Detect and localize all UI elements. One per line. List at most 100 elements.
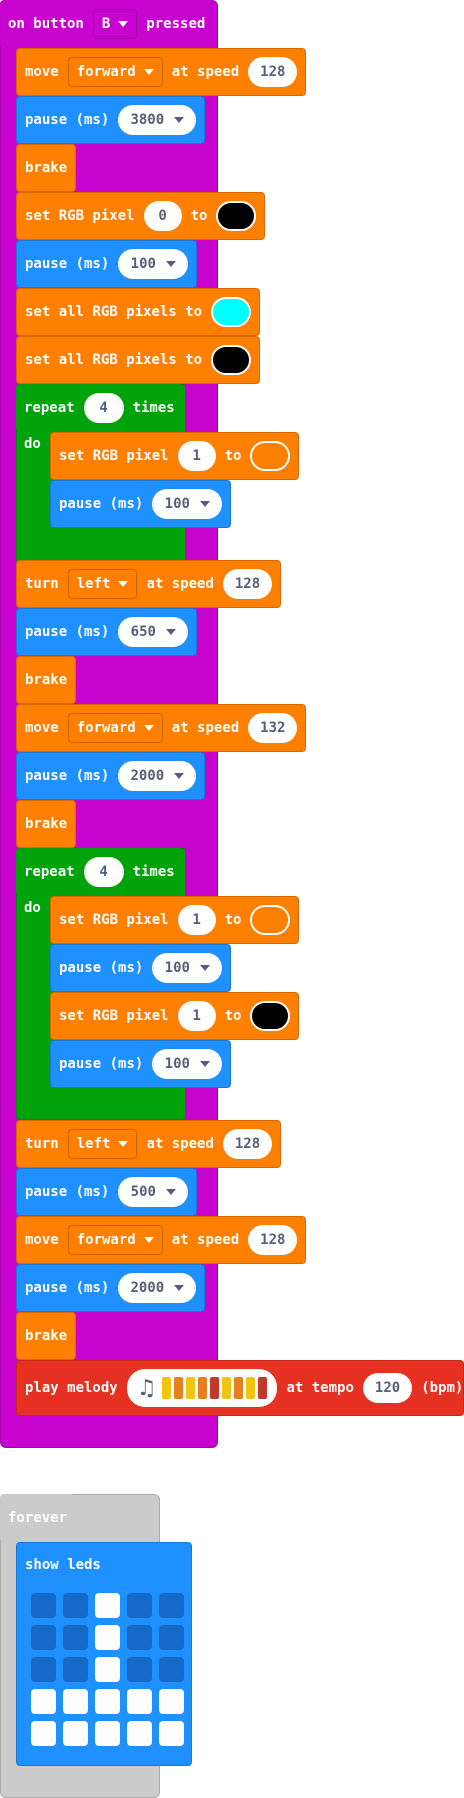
led-cell[interactable] xyxy=(31,1625,56,1650)
pixel-index-input[interactable]: 1 xyxy=(177,1001,216,1031)
led-cell[interactable] xyxy=(159,1721,184,1746)
repeat-block[interactable]: repeat 4 times xyxy=(16,848,183,896)
direction-dropdown[interactable]: left xyxy=(67,1129,138,1159)
on-button-pressed-block[interactable]: on button B pressed xyxy=(0,0,214,48)
speed-input[interactable]: 128 xyxy=(248,57,298,87)
led-cell[interactable] xyxy=(159,1689,184,1714)
led-cell[interactable] xyxy=(63,1593,88,1618)
pause-block[interactable]: pause (ms) 100 xyxy=(50,480,232,528)
led-cell[interactable] xyxy=(127,1625,152,1650)
direction-dropdown[interactable]: forward xyxy=(67,57,163,87)
led-cell[interactable] xyxy=(127,1657,152,1682)
led-cell[interactable] xyxy=(63,1721,88,1746)
turn-label: turn xyxy=(25,576,59,592)
pause-block[interactable]: pause (ms) 500 xyxy=(16,1168,198,1216)
pause-duration-dropdown[interactable]: 650 xyxy=(118,617,189,647)
move-block[interactable]: move forward at speed 128 xyxy=(16,1216,307,1264)
color-swatch[interactable] xyxy=(211,297,252,327)
melody-editor[interactable]: ♫ xyxy=(126,1369,278,1407)
led-cell[interactable] xyxy=(127,1689,152,1714)
color-swatch[interactable] xyxy=(250,1001,291,1031)
brake-block[interactable]: brake xyxy=(16,1312,77,1360)
led-cell[interactable] xyxy=(63,1689,88,1714)
led-cell[interactable] xyxy=(31,1657,56,1682)
pixel-index-input[interactable]: 1 xyxy=(177,441,216,471)
pause-duration-dropdown[interactable]: 2000 xyxy=(118,1273,197,1303)
direction-dropdown[interactable]: forward xyxy=(67,713,163,743)
set-rgb-pixel-block[interactable]: set RGB pixel 1 to xyxy=(50,992,300,1040)
brake-block[interactable]: brake xyxy=(16,800,77,848)
chevron-down-icon xyxy=(118,21,129,27)
pause-block[interactable]: pause (ms) 100 xyxy=(50,944,232,992)
set-rgb-pixel-block[interactable]: set RGB pixel 1 to xyxy=(50,432,300,480)
turn-block[interactable]: turn left at speed 128 xyxy=(16,1120,282,1168)
set-rgb-pixel-block[interactable]: set RGB pixel 0 to xyxy=(16,192,266,240)
led-cell[interactable] xyxy=(63,1657,88,1682)
led-cell[interactable] xyxy=(159,1625,184,1650)
led-cell[interactable] xyxy=(31,1593,56,1618)
tempo-input[interactable]: 120 xyxy=(362,1373,413,1403)
pause-duration-dropdown[interactable]: 100 xyxy=(152,953,223,983)
pixel-index-input[interactable]: 0 xyxy=(143,201,182,231)
led-cell[interactable] xyxy=(63,1625,88,1650)
led-cell[interactable] xyxy=(127,1593,152,1618)
led-cell[interactable] xyxy=(159,1593,184,1618)
repeat-block[interactable]: repeat 4 times xyxy=(16,384,183,432)
pause-duration-dropdown[interactable]: 3800 xyxy=(118,105,197,135)
pause-value: 2000 xyxy=(130,768,165,784)
chevron-down-icon xyxy=(174,773,185,779)
pixel-index-input[interactable]: 1 xyxy=(177,905,216,935)
set-rgb-pixel-block[interactable]: set RGB pixel 1 to xyxy=(50,896,300,944)
direction-dropdown[interactable]: forward xyxy=(67,1225,163,1255)
color-swatch[interactable] xyxy=(216,201,257,231)
led-cell[interactable] xyxy=(159,1657,184,1682)
to-label: to xyxy=(190,208,208,224)
pause-block[interactable]: pause (ms) 2000 xyxy=(16,1264,206,1312)
led-cell[interactable] xyxy=(31,1721,56,1746)
pause-duration-dropdown[interactable]: 100 xyxy=(152,489,223,519)
direction-dropdown[interactable]: left xyxy=(67,569,138,599)
led-cell[interactable] xyxy=(95,1657,120,1682)
at-speed-label: at speed xyxy=(171,64,240,80)
led-cell[interactable] xyxy=(127,1721,152,1746)
brake-block[interactable]: brake xyxy=(16,656,77,704)
repeat-count-input[interactable]: 4 xyxy=(83,857,124,887)
color-swatch[interactable] xyxy=(250,441,291,471)
pause-block[interactable]: pause (ms) 2000 xyxy=(16,752,206,800)
pause-block[interactable]: pause (ms) 650 xyxy=(16,608,198,656)
speed-input[interactable]: 128 xyxy=(248,1225,298,1255)
forever-block[interactable]: forever xyxy=(0,1494,76,1542)
play-melody-block[interactable]: play melody ♫ at tempo 120 (bpm) xyxy=(16,1360,464,1416)
color-swatch[interactable] xyxy=(211,345,252,375)
led-cell[interactable] xyxy=(95,1593,120,1618)
led-cell[interactable] xyxy=(95,1625,120,1650)
led-cell[interactable] xyxy=(31,1689,56,1714)
pause-duration-dropdown[interactable]: 100 xyxy=(118,249,189,279)
direction-value: left xyxy=(76,576,111,592)
repeat-count-input[interactable]: 4 xyxy=(83,393,124,423)
color-swatch[interactable] xyxy=(250,905,291,935)
pause-label: pause (ms) xyxy=(25,624,110,640)
chevron-down-icon xyxy=(199,965,210,971)
show-leds-block[interactable]: show leds xyxy=(16,1542,192,1766)
pause-duration-dropdown[interactable]: 2000 xyxy=(118,761,197,791)
led-grid[interactable] xyxy=(31,1593,186,1748)
pause-block[interactable]: pause (ms) 100 xyxy=(16,240,198,288)
led-cell[interactable] xyxy=(95,1689,120,1714)
move-block[interactable]: move forward at speed 132 xyxy=(16,704,307,752)
pause-duration-dropdown[interactable]: 500 xyxy=(118,1177,189,1207)
pause-block[interactable]: pause (ms) 3800 xyxy=(16,96,206,144)
pause-duration-dropdown[interactable]: 100 xyxy=(152,1049,223,1079)
speed-input[interactable]: 128 xyxy=(222,569,273,599)
turn-block[interactable]: turn left at speed 128 xyxy=(16,560,282,608)
speed-input[interactable]: 132 xyxy=(248,713,298,743)
pause-block[interactable]: pause (ms) 100 xyxy=(50,1040,232,1088)
button-dropdown[interactable]: B xyxy=(92,9,138,39)
set-all-rgb-pixels-block[interactable]: set all RGB pixels to xyxy=(16,288,261,336)
led-cell[interactable] xyxy=(95,1721,120,1746)
set-all-rgb-pixels-block[interactable]: set all RGB pixels to xyxy=(16,336,261,384)
brake-block[interactable]: brake xyxy=(16,144,77,192)
to-label: to xyxy=(224,1008,242,1024)
speed-input[interactable]: 128 xyxy=(222,1129,273,1159)
move-block[interactable]: move forward at speed 128 xyxy=(16,48,307,96)
